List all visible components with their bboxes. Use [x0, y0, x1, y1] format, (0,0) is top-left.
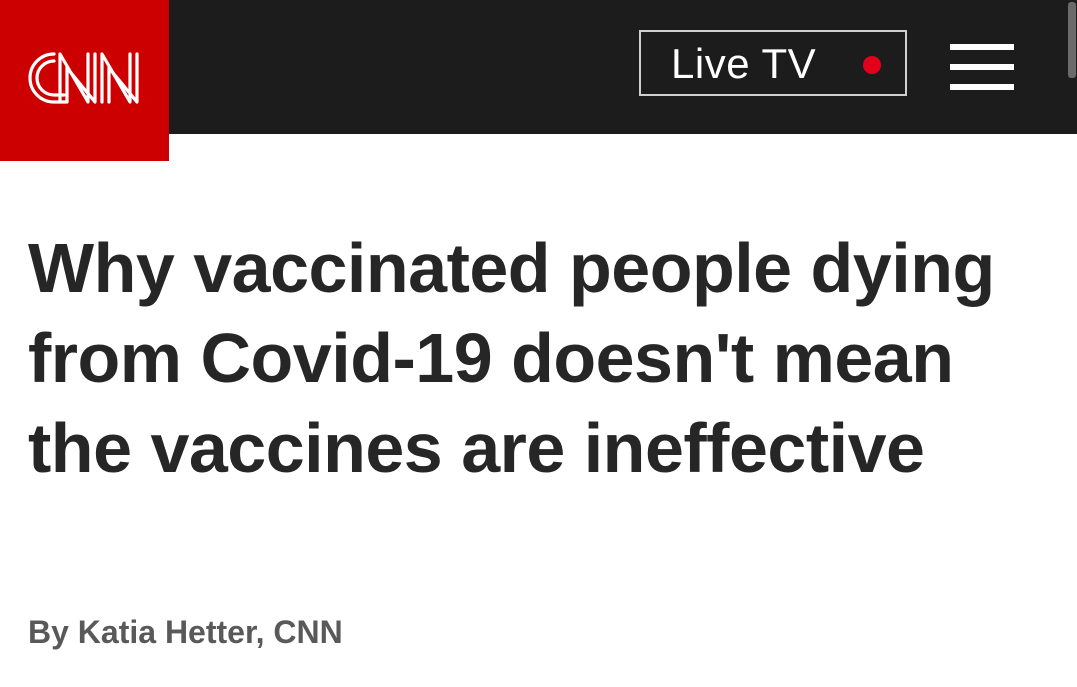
live-tv-button[interactable]: Live TV [639, 30, 907, 96]
article-byline: By Katia Hetter, CNN [28, 614, 343, 650]
menu-line-top [950, 44, 1014, 50]
cnn-logo[interactable] [0, 0, 169, 161]
cnn-logo-icon [28, 52, 139, 104]
menu-line-middle [950, 64, 1014, 70]
hamburger-menu-icon[interactable] [950, 44, 1014, 90]
menu-line-bottom [950, 84, 1014, 90]
article-headline: Why vaccinated people dying from Covid-1… [28, 229, 995, 487]
live-tv-label: Live TV [671, 40, 817, 87]
live-indicator-dot-icon [863, 56, 881, 74]
scrollbar-thumb[interactable] [1068, 2, 1076, 78]
